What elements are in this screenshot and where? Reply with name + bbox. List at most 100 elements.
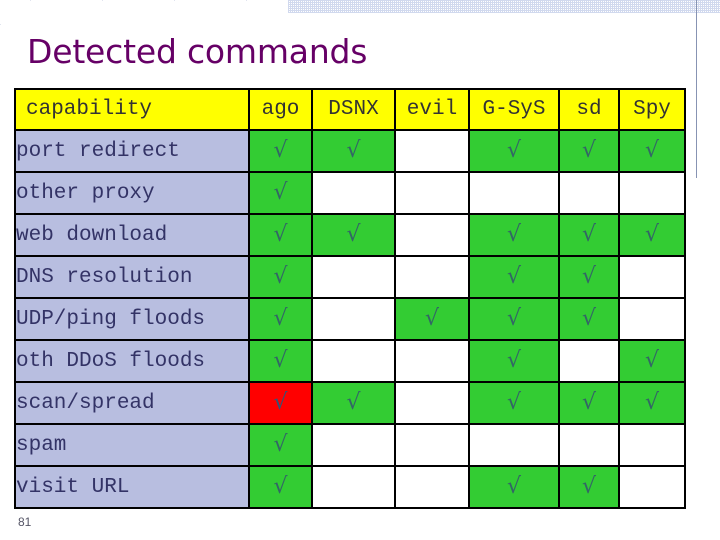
matrix-cell-sd-7 (558, 423, 620, 467)
check-mark-icon: √ (506, 138, 522, 163)
detected-commands-table: capability ago DSNX evil G-SyS sd Spy po… (14, 88, 686, 509)
table-row: scan/spread √ √ √ √ √ (14, 381, 686, 425)
check-mark-icon: √ (581, 222, 597, 247)
matrix-cell-evil-6 (394, 381, 470, 425)
check-mark-icon: √ (644, 348, 660, 373)
matrix-cell-spy-6: √ (618, 381, 686, 425)
matrix-cell-gsys-1 (468, 171, 560, 215)
matrix-cell-gsys-0: √ (468, 129, 560, 173)
matrix-cell-dsnx-8 (311, 465, 396, 509)
capability-label: scan/spread (14, 381, 250, 425)
matrix-cell-dsnx-2: √ (311, 213, 396, 257)
matrix-cell-evil-0 (394, 129, 470, 173)
matrix-cell-spy-2: √ (618, 213, 686, 257)
matrix-cell-sd-1 (558, 171, 620, 215)
check-mark-icon: √ (273, 138, 288, 163)
check-mark-icon: √ (506, 348, 522, 373)
page-title: Detected commands (27, 32, 368, 71)
table-body: port redirect √ √ √ √ √ other proxy √ web downlo… (14, 129, 686, 509)
capability-label: oth DDoS floods (14, 339, 250, 383)
check-mark-icon: √ (644, 390, 660, 415)
matrix-cell-dsnx-5 (311, 339, 396, 383)
matrix-cell-sd-4: √ (558, 297, 620, 341)
hatch-band-decoration (288, 0, 720, 13)
matrix-cell-dsnx-1 (311, 171, 396, 215)
matrix-cell-ago-8: √ (248, 465, 313, 509)
matrix-cell-dsnx-7 (311, 423, 396, 467)
check-mark-icon: √ (506, 474, 522, 499)
check-mark-icon: √ (581, 264, 597, 289)
check-mark-icon: √ (581, 306, 597, 331)
matrix-cell-evil-5 (394, 339, 470, 383)
table-row: oth DDoS floods √ √ √ (14, 339, 686, 383)
check-mark-icon: √ (346, 390, 361, 415)
matrix-cell-evil-3 (394, 255, 470, 299)
table-header-row: capability ago DSNX evil G-SyS sd Spy (14, 88, 686, 131)
check-mark-icon: √ (273, 222, 288, 247)
check-mark-icon: √ (644, 222, 660, 247)
matrix-cell-ago-0: √ (248, 129, 313, 173)
column-header-dsnx: DSNX (311, 88, 396, 131)
matrix-cell-ago-3: √ (248, 255, 313, 299)
matrix-cell-ago-4: √ (248, 297, 313, 341)
capability-label: spam (14, 423, 250, 467)
matrix-cell-gsys-6: √ (468, 381, 560, 425)
capability-label: DNS resolution (14, 255, 250, 299)
matrix-cell-gsys-7 (468, 423, 560, 467)
matrix-cell-spy-4 (618, 297, 686, 341)
check-mark-icon: √ (506, 264, 522, 289)
matrix-cell-evil-2 (394, 213, 470, 257)
guide-column-line (606, 0, 607, 86)
table-row: spam √ (14, 423, 686, 467)
table-row: visit URL √ √ √ (14, 465, 686, 509)
guide-column-line (462, 0, 463, 86)
matrix-cell-sd-6: √ (558, 381, 620, 425)
matrix-cell-spy-8 (618, 465, 686, 509)
table-row: other proxy √ (14, 171, 686, 215)
matrix-cell-spy-7 (618, 423, 686, 467)
check-mark-icon: √ (273, 390, 288, 415)
matrix-cell-spy-1 (618, 171, 686, 215)
guide-column-line (708, 0, 709, 540)
column-header-capability: capability (14, 88, 250, 131)
check-mark-icon: √ (644, 138, 660, 163)
column-header-ago: ago (248, 88, 313, 131)
matrix-cell-evil-8 (394, 465, 470, 509)
vertical-rule-decoration (696, 0, 697, 178)
column-header-gsys: G-SyS (468, 88, 560, 131)
check-mark-icon: √ (273, 432, 288, 457)
matrix-cell-spy-0: √ (618, 129, 686, 173)
check-mark-icon: √ (273, 474, 288, 499)
matrix-cell-evil-7 (394, 423, 470, 467)
table-row: port redirect √ √ √ √ √ (14, 129, 686, 173)
column-header-evil: evil (394, 88, 470, 131)
matrix-cell-evil-1 (394, 171, 470, 215)
matrix-cell-evil-4: √ (394, 297, 470, 341)
matrix-cell-sd-8: √ (558, 465, 620, 509)
check-mark-icon: √ (506, 222, 522, 247)
matrix-cell-spy-5: √ (618, 339, 686, 383)
guide-column-line (534, 0, 535, 86)
matrix-cell-dsnx-3 (311, 255, 396, 299)
capability-label: other proxy (14, 171, 250, 215)
check-mark-icon: √ (581, 138, 597, 163)
matrix-cell-ago-6: √ (248, 381, 313, 425)
capability-label: port redirect (14, 129, 250, 173)
column-header-sd: sd (558, 88, 620, 131)
matrix-cell-ago-1: √ (248, 171, 313, 215)
capability-label: UDP/ping floods (14, 297, 250, 341)
guide-row-line (0, 24, 720, 25)
check-mark-icon: √ (581, 474, 597, 499)
check-mark-icon: √ (581, 390, 597, 415)
check-mark-icon: √ (273, 348, 288, 373)
matrix-cell-gsys-5: √ (468, 339, 560, 383)
guide-column-line (390, 0, 391, 86)
capability-label: visit URL (14, 465, 250, 509)
matrix-cell-sd-2: √ (558, 213, 620, 257)
check-mark-icon: √ (346, 222, 361, 247)
matrix-cell-ago-5: √ (248, 339, 313, 383)
table-row: web download √ √ √ √ √ (14, 213, 686, 257)
matrix-cell-ago-2: √ (248, 213, 313, 257)
matrix-cell-gsys-3: √ (468, 255, 560, 299)
check-mark-icon: √ (506, 390, 522, 415)
